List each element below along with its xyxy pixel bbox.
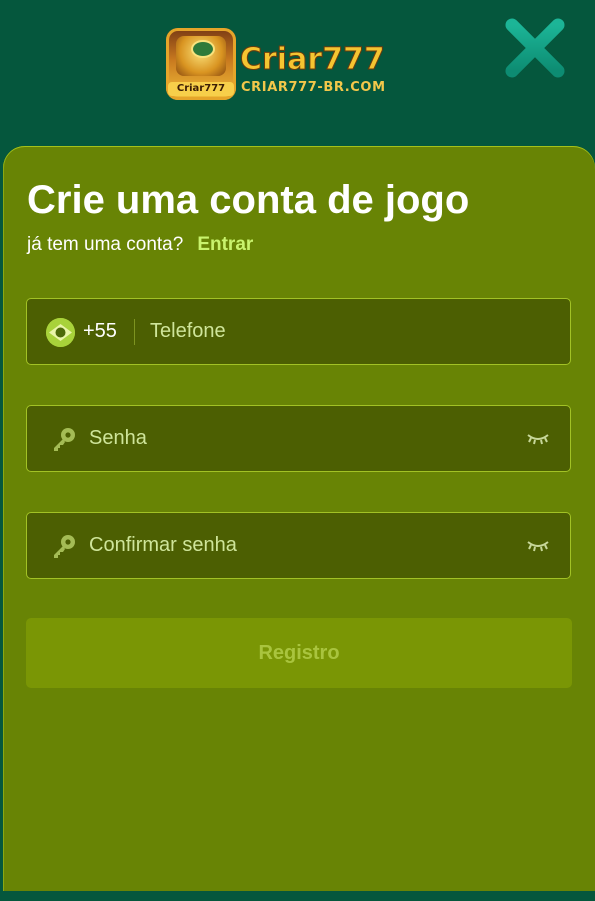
- register-screen: Criar777 Criar777 CRIAR777-BR.COM Crie u…: [0, 0, 595, 901]
- bottom-strip: [0, 891, 595, 901]
- login-prompt-text: já tem uma conta?: [27, 234, 184, 255]
- register-button[interactable]: Registro: [26, 618, 572, 688]
- close-icon: [505, 18, 565, 78]
- confirm-password-field[interactable]: Confirmar senha: [26, 512, 571, 579]
- key-icon: [54, 428, 75, 451]
- close-button[interactable]: [504, 17, 566, 79]
- phone-placeholder: Telefone: [150, 320, 226, 342]
- field-divider: [134, 319, 135, 345]
- logo-badge-text: Criar777: [168, 82, 234, 96]
- header: Criar777 Criar777 CRIAR777-BR.COM: [0, 0, 595, 146]
- brand-name: Criar777: [240, 42, 386, 77]
- password-placeholder: Senha: [89, 427, 147, 449]
- brazil-flag-icon[interactable]: [46, 318, 75, 347]
- key-icon: [54, 535, 75, 558]
- password-field[interactable]: Senha: [26, 405, 571, 472]
- brand-domain: CRIAR777-BR.COM: [241, 80, 386, 95]
- eye-closed-icon[interactable]: [526, 430, 550, 448]
- phone-field[interactable]: +55 Telefone: [26, 298, 571, 365]
- confirm-password-placeholder: Confirmar senha: [89, 534, 237, 556]
- login-link[interactable]: Entrar: [197, 234, 253, 255]
- login-prompt: já tem uma conta? Entrar: [27, 234, 253, 256]
- country-code[interactable]: +55: [83, 320, 117, 343]
- register-card: Crie uma conta de jogo já tem uma conta?…: [3, 146, 595, 891]
- eye-closed-icon[interactable]: [526, 537, 550, 555]
- app-logo-badge: Criar777: [166, 28, 236, 100]
- page-title: Crie uma conta de jogo: [27, 178, 470, 222]
- logo-coin-icon: [191, 40, 215, 58]
